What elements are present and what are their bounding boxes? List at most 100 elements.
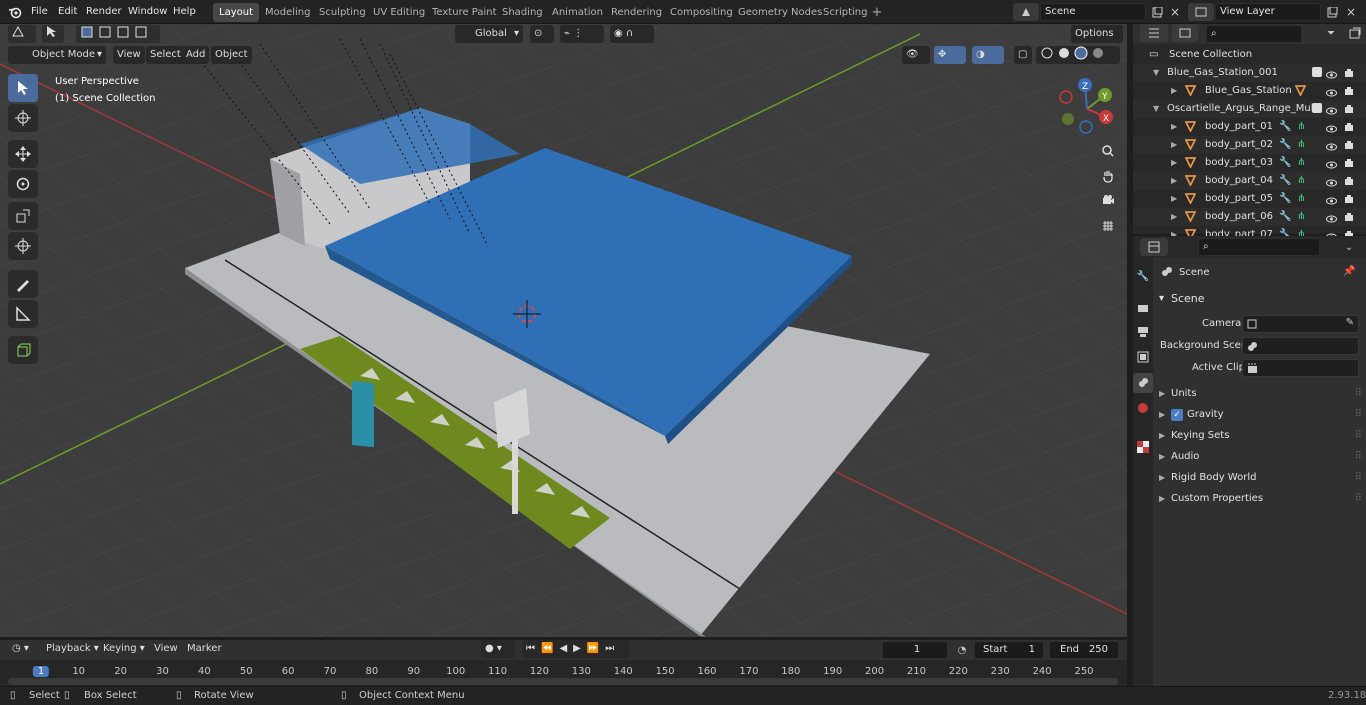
tab-animation[interactable]: Animation [546,3,609,22]
pin-icon[interactable]: 📌 [1343,266,1355,277]
drag-handle-icon[interactable]: ⠿ [1355,405,1362,425]
object-mode-dropdown[interactable]: Object Mode ▾ [8,46,106,64]
pivot-point-icon[interactable]: ⊙ [530,25,554,43]
include-checkbox[interactable] [1312,103,1322,113]
record-icon[interactable]: ● ▾ [481,640,515,658]
outliner-editor-type-icon[interactable] [1140,24,1168,42]
scale-tool-icon[interactable] [8,202,38,230]
ortho-grid-icon[interactable] [1097,215,1119,237]
new-collection-icon[interactable] [1346,24,1364,42]
chevron-right-icon[interactable]: ▶ [1171,136,1177,154]
subpanel-units[interactable]: ▶ Units ⠿ [1153,384,1366,404]
current-frame-marker[interactable]: 1 [32,666,50,677]
end-frame-field[interactable]: End 250 [1049,641,1119,659]
timeline-editor-icon[interactable]: ◷ ▾ [8,640,36,658]
drag-handle-icon[interactable]: ⠿ [1355,447,1362,467]
new-scene-icon[interactable] [1148,3,1166,21]
select-tool-icon[interactable] [8,74,38,102]
editor-type-icon[interactable] [8,25,36,43]
pan-hand-icon[interactable] [1097,165,1119,187]
rotate-tool-icon[interactable] [8,170,38,198]
display-mode-icon[interactable] [1172,24,1198,42]
menu-file[interactable]: File [31,0,48,24]
outliner-row-scene-collection[interactable]: ▭ Scene Collection [1133,46,1366,64]
view-layer-icon[interactable] [1188,3,1214,21]
viewport-menu-view[interactable]: View [113,46,145,64]
timeline-menu-playback[interactable]: Playback ▾ [42,640,103,658]
viewport-menu-object[interactable]: Object [211,46,252,64]
delete-scene-icon[interactable]: × [1166,3,1184,21]
subpanel-gravity[interactable]: ▶ ✓ Gravity ⠿ [1153,405,1366,425]
cursor-tool-icon[interactable] [8,104,38,132]
world-tab-icon[interactable] [1133,398,1153,418]
subpanel-audio[interactable]: ▶ Audio ⠿ [1153,447,1366,467]
shading-mode-icons[interactable] [1036,46,1120,64]
properties-editor-type-icon[interactable] [1140,238,1168,256]
view-layer-field[interactable]: View Layer [1215,3,1321,21]
add-cube-tool-icon[interactable] [8,336,38,364]
scene-tab-icon[interactable] [1133,373,1153,393]
chevron-right-icon[interactable]: ▶ [1171,172,1177,190]
output-tab-icon[interactable] [1133,322,1153,342]
menu-window[interactable]: Window [128,0,167,24]
tab-sculpting[interactable]: Sculpting [313,3,372,22]
current-frame-field[interactable]: 1 [882,641,948,659]
viewport-menu-add[interactable]: Add [182,46,210,64]
new-view-layer-icon[interactable] [1323,3,1341,21]
chevron-down-icon[interactable]: ⌄ [1340,238,1358,256]
drag-handle-icon[interactable]: ⠿ [1355,426,1362,446]
transform-orientation-dropdown[interactable]: Global ▾ [455,25,523,43]
measure-tool-icon[interactable] [8,300,38,328]
playback-controls[interactable]: ⏮⏪◀▶⏩⏭ [522,640,630,658]
transform-tool-icon[interactable] [8,232,38,260]
texture-tab-icon[interactable] [1133,437,1153,457]
selection-mode-icons[interactable] [76,25,160,43]
3d-viewport[interactable]: Object Mode ▾ View Select Add Object Glob… [0,24,1127,637]
outliner-row[interactable]: ▶ body_part_01 🔧 ⋔ [1133,118,1366,136]
outliner-row[interactable]: ▶ body_part_06 🔧 ⋔ [1133,208,1366,226]
move-tool-icon[interactable] [8,140,38,168]
tab-shading[interactable]: Shading [496,3,549,22]
proportional-edit-icon[interactable]: ◉ ∩ [610,25,654,43]
scene-name-field[interactable]: Scene [1040,3,1146,21]
scene-selector-icon[interactable] [1013,3,1039,21]
delete-view-layer-icon[interactable]: × [1342,3,1360,21]
overlays-icon[interactable]: ◑ [972,46,1004,64]
include-checkbox[interactable] [1312,67,1322,77]
chevron-right-icon[interactable]: ▶ [1171,208,1177,226]
tab-modeling[interactable]: Modeling [259,3,317,22]
blender-logo-icon[interactable] [6,3,24,21]
outliner-row[interactable]: ▼ Blue_Gas_Station_001 [1133,64,1366,82]
background-scene-field[interactable] [1242,337,1359,355]
chevron-down-icon[interactable]: ▼ [1153,100,1159,118]
tab-compositing[interactable]: Compositing [664,3,739,22]
render-tab-icon[interactable] [1133,298,1153,318]
properties-search-input[interactable]: ⌕ [1198,238,1320,256]
tool-tab-icon[interactable]: 🔧 [1133,266,1153,286]
scene-panel-header[interactable]: ▾ Scene [1153,289,1366,309]
tab-geometry-nodes[interactable]: Geometry Nodes [732,3,828,22]
select-box-tool-icon[interactable] [42,25,64,43]
zoom-icon[interactable] [1097,140,1119,162]
chevron-right-icon[interactable]: ▶ [1171,190,1177,208]
start-frame-field[interactable]: Start 1 [974,641,1044,659]
options-dropdown[interactable]: Options ▾ [1071,25,1123,57]
outliner-row[interactable]: ▶ body_part_02 🔧 ⋔ [1133,136,1366,154]
subpanel-keying-sets[interactable]: ▶ Keying Sets ⠿ [1153,426,1366,446]
camera-view-icon[interactable] [1097,189,1119,211]
tab-texture-paint[interactable]: Texture Paint [426,3,503,22]
outliner-row[interactable]: ▶ body_part_05 🔧 ⋔ [1133,190,1366,208]
outliner-row[interactable]: ▶ body_part_03 🔧 ⋔ [1133,154,1366,172]
subpanel-rigid-body-world[interactable]: ▶ Rigid Body World ⠿ [1153,468,1366,488]
drag-handle-icon[interactable]: ⠿ [1355,468,1362,488]
tab-scripting[interactable]: Scripting [817,3,873,22]
subpanel-custom-properties[interactable]: ▶ Custom Properties ⠿ [1153,489,1366,509]
chevron-right-icon[interactable]: ▶ [1171,82,1177,100]
timeline-menu-marker[interactable]: Marker [183,640,226,658]
tab-rendering[interactable]: Rendering [605,3,668,22]
menu-edit[interactable]: Edit [58,0,77,24]
gizmo-toggle-icon[interactable]: ✥ [934,46,966,64]
menu-help[interactable]: Help [173,0,196,24]
outliner-row[interactable]: ▶ body_part_04 🔧 ⋔ [1133,172,1366,190]
active-clip-field[interactable] [1242,359,1359,377]
